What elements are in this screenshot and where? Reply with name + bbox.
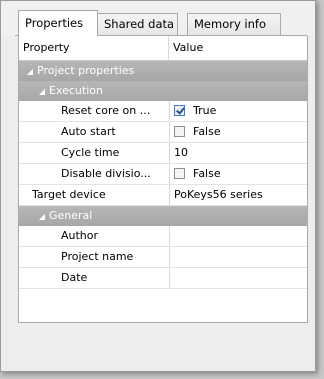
category-label: Execution [49, 84, 103, 97]
property-value[interactable]: False [170, 164, 307, 184]
property-row-date[interactable]: Date [19, 268, 307, 289]
property-name: Author [19, 226, 170, 246]
triangle-down-icon[interactable]: ◢ [25, 62, 35, 82]
tab-strip: Properties Shared data Memory info [1, 1, 315, 36]
property-row-auto-start[interactable]: Auto start False [19, 122, 307, 143]
property-value-text[interactable]: PoKeys56 series [170, 185, 307, 205]
property-name: Target device [19, 185, 170, 205]
column-header-property[interactable]: Property [19, 36, 169, 60]
property-value-text: False [193, 167, 221, 180]
property-name: Disable divisio... [19, 164, 170, 184]
category-execution[interactable]: ◢ Execution [19, 81, 307, 101]
grid-header: Property Value [19, 36, 307, 61]
property-value-text[interactable] [170, 247, 307, 267]
property-name: Reset core on ... [19, 101, 170, 121]
category-project-properties[interactable]: ◢ Project properties [19, 61, 307, 81]
property-row-author[interactable]: Author [19, 226, 307, 247]
category-general[interactable]: ◢ General [19, 206, 307, 226]
tab-shared-data[interactable]: Shared data [97, 13, 178, 35]
checkbox-unchecked[interactable] [174, 168, 185, 179]
checkbox-unchecked[interactable] [174, 126, 185, 137]
triangle-down-icon[interactable]: ◢ [37, 82, 47, 102]
property-row-reset-core[interactable]: Reset core on ... True [19, 101, 307, 122]
property-row-disable-division[interactable]: Disable divisio... False [19, 164, 307, 185]
property-value-text: False [193, 125, 221, 138]
property-value[interactable]: True [170, 101, 307, 121]
property-name: Cycle time [19, 143, 170, 163]
triangle-down-icon[interactable]: ◢ [37, 207, 47, 227]
property-value-text[interactable]: 10 [170, 143, 307, 163]
tab-memory-info[interactable]: Memory info [187, 13, 281, 35]
property-row-project-name[interactable]: Project name [19, 247, 307, 268]
checkbox-checked[interactable] [174, 105, 185, 116]
property-row-target-device[interactable]: Target device PoKeys56 series [19, 185, 307, 206]
property-name: Date [19, 268, 170, 288]
property-name: Auto start [19, 122, 170, 142]
property-value-text[interactable] [170, 268, 307, 288]
property-value-text[interactable] [170, 226, 307, 246]
tab-properties[interactable]: Properties [18, 10, 98, 36]
category-label: Project properties [37, 64, 135, 77]
property-grid: Property Value ◢ Project properties ◢ Exec… [18, 36, 308, 323]
column-header-value[interactable]: Value [169, 36, 307, 60]
property-value[interactable]: False [170, 122, 307, 142]
property-row-cycle-time[interactable]: Cycle time 10 [19, 143, 307, 164]
property-name: Project name [19, 247, 170, 267]
properties-panel: Properties Shared data Memory info Prope… [0, 0, 316, 372]
category-label: General [49, 209, 93, 222]
property-value-text: True [193, 104, 217, 117]
